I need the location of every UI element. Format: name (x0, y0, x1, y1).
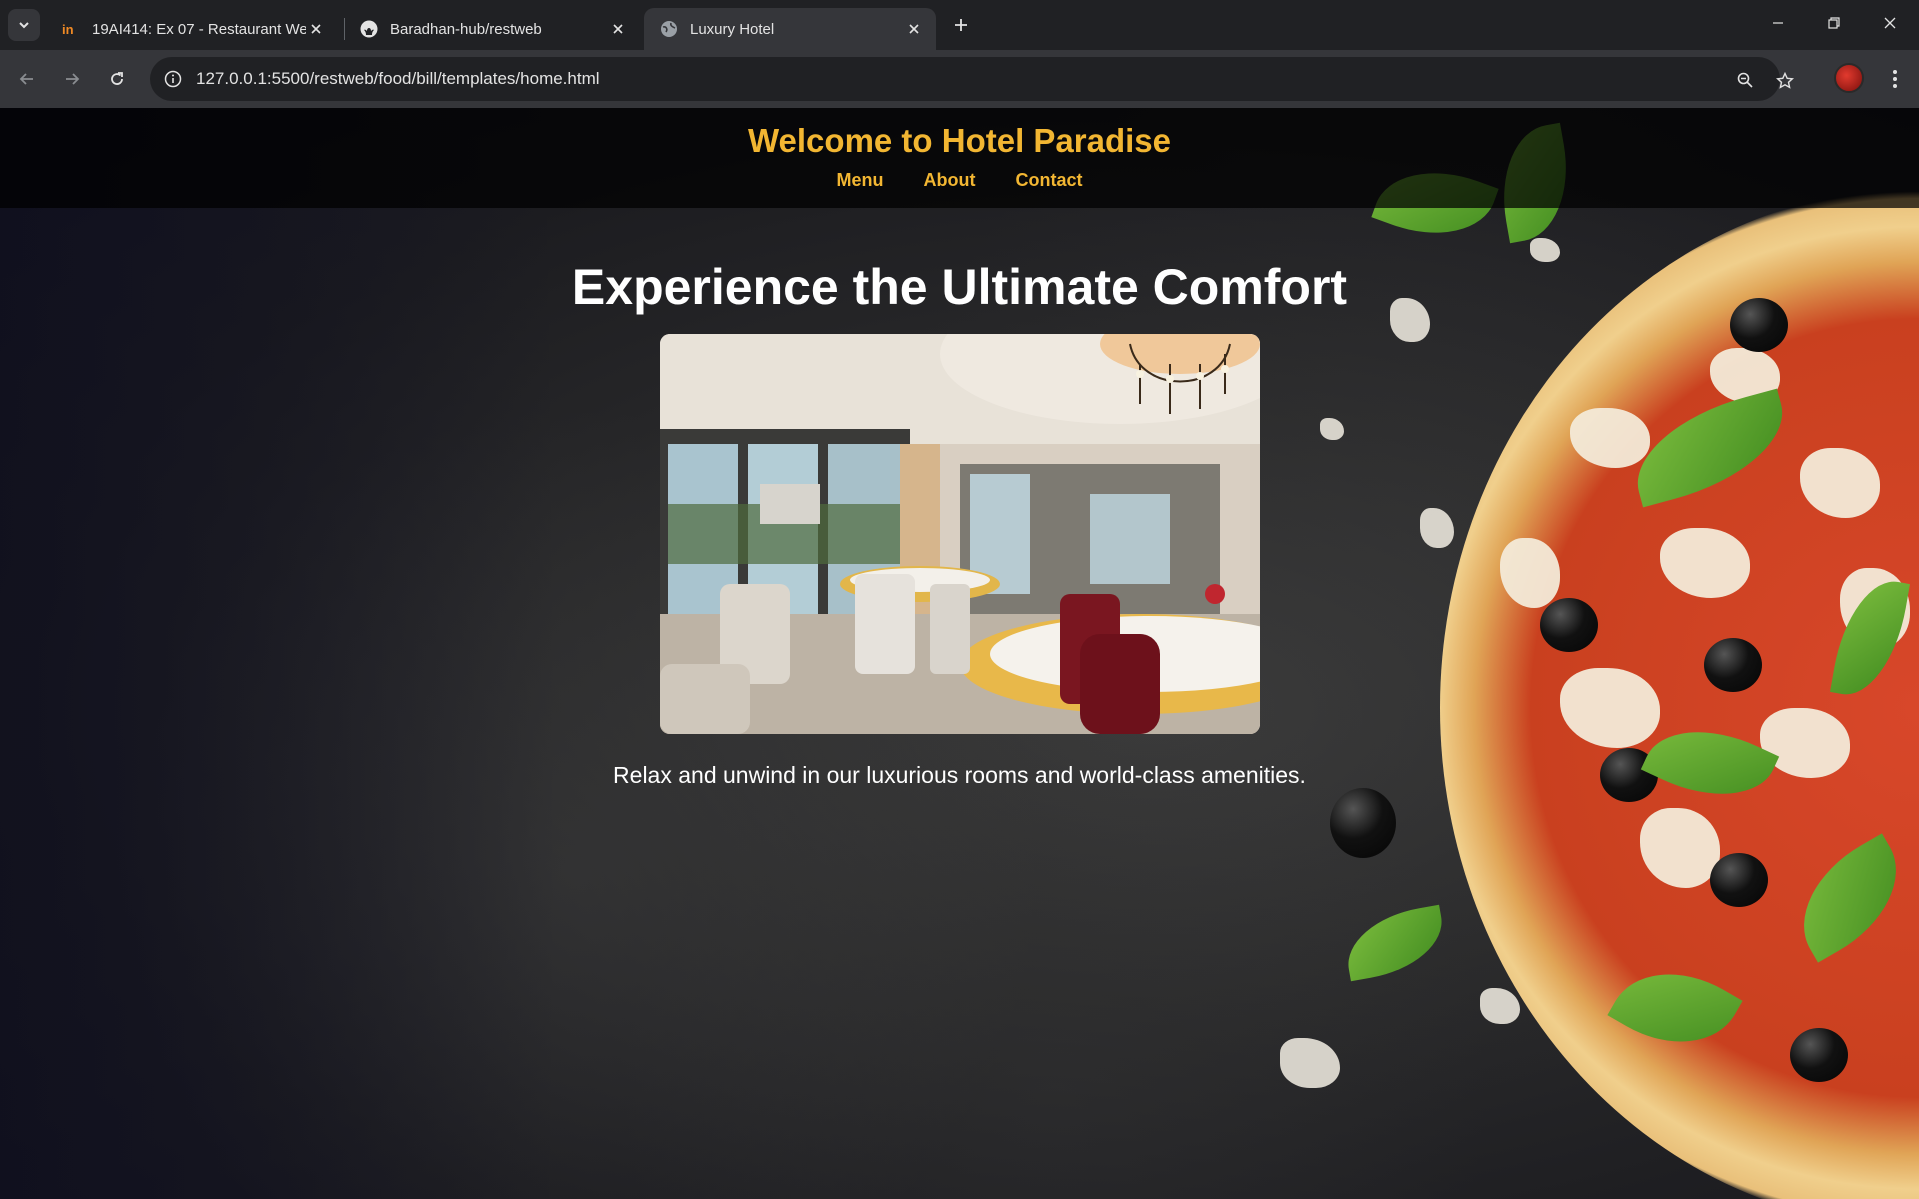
arrow-left-icon (19, 73, 33, 85)
zoom-icon[interactable] (1732, 67, 1758, 93)
browser-menu-button[interactable] (1880, 62, 1910, 96)
page-viewport: Welcome to Hotel Paradise Menu About Con… (0, 108, 1919, 1199)
svg-text:in: in (62, 22, 74, 36)
site-header: Welcome to Hotel Paradise Menu About Con… (0, 108, 1919, 208)
reload-button[interactable] (100, 62, 134, 96)
profile-avatar[interactable] (1834, 63, 1864, 93)
address-bar[interactable]: 127.0.0.1:5500/restweb/food/bill/templat… (150, 57, 1780, 101)
nav-link-menu[interactable]: Menu (837, 170, 884, 191)
hero-description: Relax and unwind in our luxurious rooms … (613, 762, 1306, 788)
olive (1540, 598, 1598, 652)
olive (1330, 788, 1396, 858)
restore-icon (1828, 17, 1840, 29)
plus-icon (955, 19, 967, 31)
site-nav: Menu About Contact (0, 170, 1919, 191)
olive (1704, 638, 1762, 692)
tab-title: Luxury Hotel (690, 20, 775, 38)
restore-button[interactable] (1806, 0, 1862, 46)
tab-search-button[interactable] (8, 9, 40, 41)
close-icon[interactable] (608, 19, 628, 39)
back-button[interactable] (10, 62, 44, 96)
reload-icon (111, 72, 123, 85)
site-info-icon[interactable] (160, 66, 186, 92)
arrow-right-icon (66, 73, 80, 85)
browser-tab-bar: in 19AI414: Ex 07 - Restaurant We Baradh… (0, 0, 1919, 50)
close-icon[interactable] (306, 19, 326, 39)
close-icon (1884, 17, 1896, 29)
chevron-down-icon (19, 22, 29, 29)
tab-title: Baradhan-hub/restweb (390, 20, 542, 38)
invision-icon: in (62, 20, 80, 38)
hero-title: Experience the Ultimate Comfort (571, 259, 1348, 315)
minimize-icon (1773, 22, 1783, 24)
olive (1790, 1028, 1848, 1082)
site-title: Welcome to Hotel Paradise (747, 122, 1172, 159)
tab-2[interactable]: Baradhan-hub/restweb (344, 8, 640, 50)
url-text[interactable]: 127.0.0.1:5500/restweb/food/bill/templat… (196, 69, 600, 89)
close-window-button[interactable] (1862, 0, 1918, 46)
tab-title: 19AI414: Ex 07 - Restaurant We (92, 20, 306, 38)
nav-link-contact[interactable]: Contact (1015, 170, 1082, 191)
close-icon[interactable] (904, 19, 924, 39)
restaurant-photo (660, 334, 1260, 734)
forward-button[interactable] (55, 62, 89, 96)
globe-icon (660, 20, 678, 38)
tab-3-active[interactable]: Luxury Hotel (644, 8, 936, 50)
bookmark-star-icon[interactable] (1772, 68, 1798, 94)
github-icon (360, 20, 378, 38)
browser-toolbar: 127.0.0.1:5500/restweb/food/bill/templat… (0, 50, 1919, 108)
new-tab-button[interactable] (946, 10, 976, 40)
tab-1[interactable]: in 19AI414: Ex 07 - Restaurant We (46, 8, 338, 50)
nav-link-about[interactable]: About (924, 170, 976, 191)
more-vertical-icon (1893, 70, 1897, 88)
minimize-button[interactable] (1750, 0, 1806, 46)
olive (1710, 853, 1768, 907)
